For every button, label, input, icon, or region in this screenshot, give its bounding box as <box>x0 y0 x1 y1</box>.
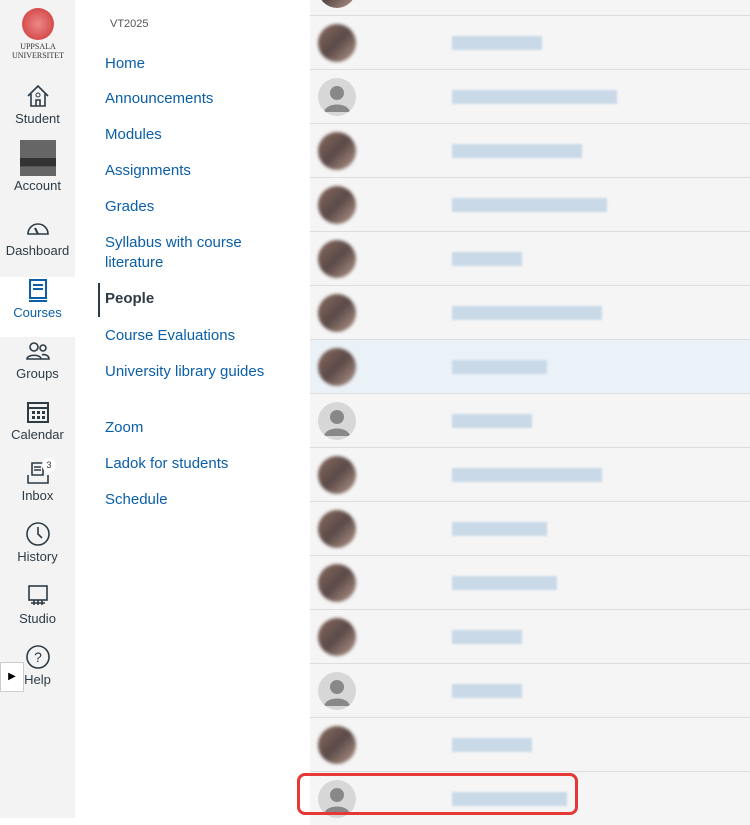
global-nav-calendar[interactable]: Calendar <box>0 399 75 459</box>
studio-icon <box>0 583 75 609</box>
avatar[interactable] <box>318 618 356 656</box>
global-nav-label: Help <box>24 672 51 687</box>
avatar <box>0 140 75 176</box>
person-row[interactable] <box>310 123 750 177</box>
person-name-link[interactable] <box>452 252 522 266</box>
course-nav-item[interactable]: People <box>98 283 275 317</box>
course-nav-item[interactable]: Modules <box>105 125 275 145</box>
person-name-link[interactable] <box>452 36 542 50</box>
person-row[interactable] <box>310 69 750 123</box>
course-nav-item[interactable]: Zoom <box>105 418 275 438</box>
avatar[interactable] <box>318 186 356 224</box>
person-name-link[interactable] <box>452 630 522 644</box>
course-nav-item[interactable]: Syllabus with course literature <box>105 233 275 273</box>
course-nav-item[interactable]: Home <box>105 54 275 74</box>
person-name-link[interactable] <box>452 414 532 428</box>
global-nav-groups[interactable]: Groups <box>0 338 75 398</box>
person-row[interactable] <box>310 393 750 447</box>
global-nav-courses[interactable]: Courses <box>0 277 75 337</box>
person-name-link[interactable] <box>452 522 547 536</box>
calendar-icon <box>0 399 75 425</box>
groups-icon <box>0 338 75 364</box>
person-name-link[interactable] <box>452 468 602 482</box>
global-nav-student[interactable]: Student <box>0 83 75 143</box>
person-row[interactable] <box>310 609 750 663</box>
highlight-annotation <box>297 773 578 815</box>
expand-nav-button[interactable]: ▶ <box>0 662 24 692</box>
global-nav-label: History <box>17 549 58 564</box>
avatar[interactable] <box>318 0 356 8</box>
person-row[interactable] <box>310 231 750 285</box>
avatar[interactable] <box>318 456 356 494</box>
global-nav: UPPSALA UNIVERSITET Student Account Dashboa… <box>0 0 75 818</box>
person-row[interactable] <box>310 285 750 339</box>
global-nav-label: Groups <box>16 366 59 381</box>
avatar[interactable] <box>318 510 356 548</box>
clock-icon <box>0 521 75 547</box>
default-avatar[interactable] <box>318 402 356 440</box>
person-row[interactable] <box>310 339 750 393</box>
course-nav-item[interactable]: Course Evaluations <box>105 326 275 346</box>
person-row[interactable] <box>310 15 750 69</box>
university-logo[interactable]: UPPSALA UNIVERSITET <box>8 8 68 60</box>
course-nav-item[interactable]: Schedule <box>105 490 275 510</box>
default-avatar[interactable] <box>318 78 356 116</box>
avatar[interactable] <box>318 24 356 62</box>
global-nav-label: Courses <box>13 305 62 320</box>
global-nav-studio[interactable]: Studio <box>0 583 75 643</box>
global-nav-account[interactable]: Account <box>0 140 75 200</box>
course-nav-item[interactable]: Ladok for students <box>105 454 275 474</box>
avatar[interactable] <box>318 348 356 386</box>
person-row[interactable] <box>310 663 750 717</box>
person-name-link[interactable] <box>452 684 522 698</box>
person-name-link[interactable] <box>452 360 547 374</box>
person-name-link[interactable] <box>452 198 607 212</box>
person-row[interactable] <box>310 447 750 501</box>
avatar[interactable] <box>318 240 356 278</box>
person-row[interactable] <box>310 0 750 15</box>
default-avatar[interactable] <box>318 672 356 710</box>
inbox-badge: 3 <box>42 458 56 472</box>
person-row[interactable] <box>310 555 750 609</box>
global-nav-label: Account <box>14 178 61 193</box>
person-name-link[interactable] <box>452 738 532 752</box>
global-nav-label: Student <box>15 111 60 126</box>
term-label: VT2025 <box>110 18 149 30</box>
person-row[interactable] <box>310 501 750 555</box>
person-row[interactable] <box>310 177 750 231</box>
global-nav-inbox[interactable]: 3 Inbox <box>0 458 75 520</box>
inbox-icon: 3 <box>0 458 75 486</box>
person-name-link[interactable] <box>452 576 557 590</box>
person-row[interactable] <box>310 717 750 771</box>
global-nav-label: Inbox <box>21 488 54 503</box>
person-name-link[interactable] <box>452 144 582 158</box>
home-icon <box>0 83 75 109</box>
person-name-link[interactable] <box>452 306 602 320</box>
course-nav-item[interactable]: Grades <box>105 197 275 217</box>
course-nav: VT2025 Home Announcements Modules Assignmen… <box>75 0 310 818</box>
svg-text:?: ? <box>34 649 42 665</box>
avatar[interactable] <box>318 726 356 764</box>
global-nav-dashboard[interactable]: Dashboard <box>0 215 75 275</box>
global-nav-label: Calendar <box>11 427 64 442</box>
course-nav-item[interactable]: University library guides <box>105 362 275 382</box>
dashboard-icon <box>0 215 75 241</box>
course-nav-item[interactable]: Assignments <box>105 161 275 181</box>
person-name-link[interactable] <box>452 90 617 104</box>
global-nav-history[interactable]: History <box>0 521 75 581</box>
global-nav-label: Studio <box>19 611 56 626</box>
course-nav-item[interactable]: Announcements <box>105 89 275 109</box>
book-icon <box>0 277 75 303</box>
global-nav-label: Dashboard <box>5 243 70 258</box>
avatar[interactable] <box>318 294 356 332</box>
avatar[interactable] <box>318 564 356 602</box>
avatar[interactable] <box>318 132 356 170</box>
